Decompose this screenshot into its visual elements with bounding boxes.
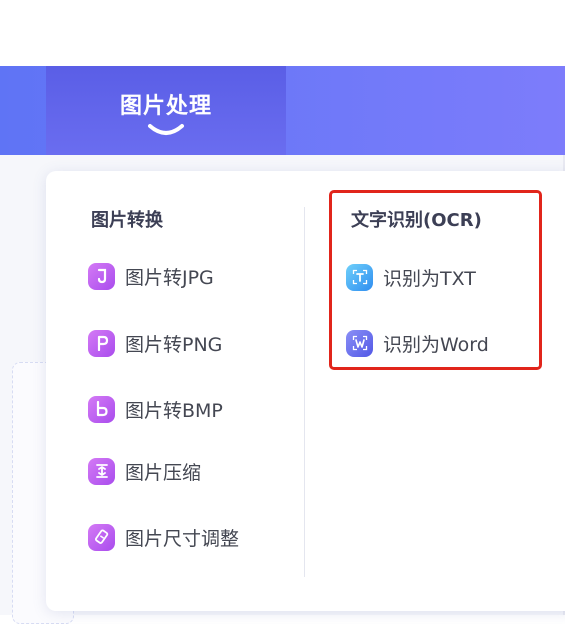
png-icon xyxy=(88,329,115,357)
active-indicator-icon xyxy=(148,124,184,135)
column-divider xyxy=(304,207,305,577)
menu-item-to-jpg[interactable]: 图片转JPG xyxy=(88,259,214,293)
menu-item-label: 图片压缩 xyxy=(125,461,202,484)
top-nav-bar: 图片处理 xyxy=(0,66,565,155)
ocr-highlight-box xyxy=(329,190,542,370)
column-title-image-convert: 图片转换 xyxy=(91,210,163,231)
menu-item-resize[interactable]: 图片尺寸调整 xyxy=(88,520,239,554)
bmp-icon xyxy=(88,395,115,423)
menu-item-compress[interactable]: 图片压缩 xyxy=(88,454,201,488)
resize-icon xyxy=(88,523,115,551)
jpg-icon xyxy=(88,262,115,290)
nav-tab-image-processing[interactable]: 图片处理 xyxy=(46,66,286,155)
menu-item-label: 图片转BMP xyxy=(125,399,223,422)
top-area xyxy=(0,0,565,66)
menu-item-label: 图片尺寸调整 xyxy=(125,527,240,550)
menu-item-to-bmp[interactable]: 图片转BMP xyxy=(88,392,223,426)
menu-item-label: 图片转JPG xyxy=(125,266,214,289)
compress-icon xyxy=(88,457,115,485)
menu-item-to-png[interactable]: 图片转PNG xyxy=(88,326,222,360)
nav-tab-label: 图片处理 xyxy=(119,94,212,119)
menu-item-label: 图片转PNG xyxy=(125,333,223,356)
